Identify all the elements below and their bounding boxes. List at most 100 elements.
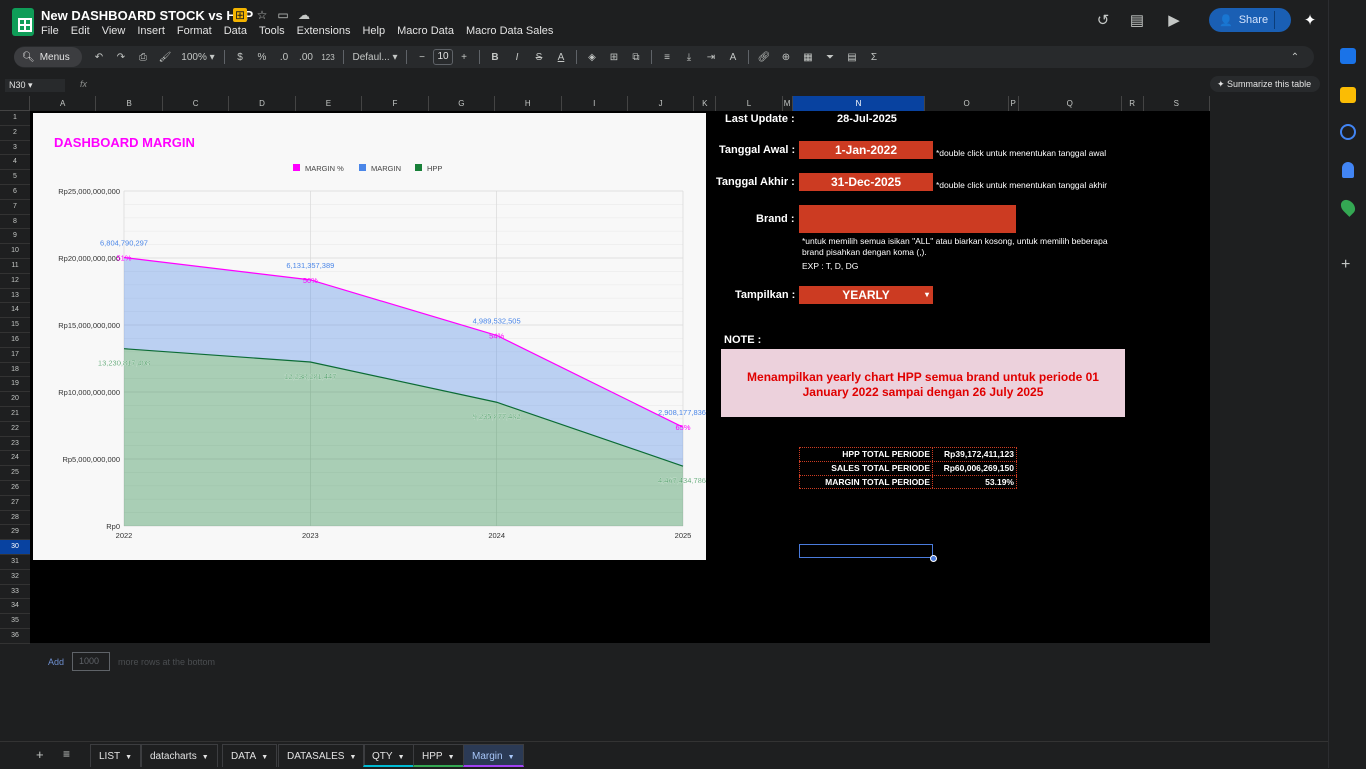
undo-icon[interactable]: ↶ — [88, 52, 110, 63]
row-header[interactable]: 32 — [0, 570, 30, 585]
selected-cell[interactable] — [799, 544, 933, 558]
column-header-q[interactable]: Q — [1018, 96, 1122, 111]
row-header[interactable]: 2 — [0, 126, 30, 141]
column-header-i[interactable]: I — [561, 96, 628, 111]
merge-cells-icon[interactable]: ⧉ — [625, 52, 647, 63]
row-header[interactable]: 26 — [0, 481, 30, 496]
contacts-icon[interactable] — [1342, 162, 1354, 178]
row-header[interactable]: 12 — [0, 274, 30, 289]
strikethrough-icon[interactable]: S — [528, 52, 550, 63]
borders-icon[interactable]: ⊞ — [603, 52, 625, 63]
tasks-icon[interactable] — [1340, 124, 1356, 140]
row-header[interactable]: 31 — [0, 555, 30, 570]
column-header-o[interactable]: O — [925, 96, 1009, 111]
menus-search-button[interactable]: 🔍︎ Menus — [14, 47, 82, 67]
margin-chart[interactable]: DASHBOARD MARGIN MARGIN % MARGIN HPP Rp0 Rp5,… — [33, 113, 706, 560]
paint-format-icon[interactable]: 🖌︎ — [154, 52, 176, 63]
keep-icon[interactable] — [1340, 87, 1356, 103]
menu-item-insert[interactable]: Insert — [137, 25, 165, 37]
row-header[interactable]: 6 — [0, 185, 30, 200]
column-header-j[interactable]: J — [627, 96, 695, 111]
row-header[interactable]: 33 — [0, 585, 30, 600]
row-header[interactable]: 17 — [0, 348, 30, 363]
column-header-d[interactable]: D — [229, 96, 296, 111]
row-header[interactable]: 24 — [0, 451, 30, 467]
column-header-c[interactable]: C — [162, 96, 230, 111]
row-header[interactable]: 10 — [0, 244, 30, 259]
row-header[interactable]: 16 — [0, 333, 30, 348]
tab-hpp[interactable]: HPP ▼ — [413, 744, 464, 767]
tanggal-akhir-field[interactable]: 31-Dec-2025 — [799, 173, 933, 191]
sheets-logo-icon[interactable] — [12, 8, 34, 36]
column-header-k[interactable]: K — [694, 96, 717, 111]
tab-list[interactable]: LIST ▼ — [90, 744, 142, 767]
meet-icon[interactable]: ▶ — [1164, 11, 1184, 31]
menu-item-edit[interactable]: Edit — [71, 25, 90, 37]
select-all-corner[interactable] — [0, 96, 30, 111]
menu-item-tools[interactable]: Tools — [259, 25, 285, 37]
row-header[interactable]: 36 — [0, 629, 30, 644]
add-addon-icon[interactable]: + — [1341, 256, 1350, 274]
row-header[interactable]: 5 — [0, 170, 30, 185]
gemini-sparkle-icon[interactable]: ✦ — [1300, 11, 1320, 31]
menu-item-view[interactable]: View — [102, 25, 126, 37]
tab-datacharts[interactable]: datacharts ▼ — [141, 744, 218, 767]
font-size-increase-icon[interactable]: + — [453, 52, 475, 63]
fill-handle[interactable] — [930, 555, 937, 562]
summarize-table-button[interactable]: ✦ Summarize this table — [1210, 76, 1320, 92]
column-header-e[interactable]: E — [295, 96, 363, 111]
rss-feed-icon[interactable]: ⊞ — [233, 8, 247, 22]
row-header[interactable]: 30 — [0, 540, 30, 555]
tab-margin[interactable]: Margin ▼ — [463, 744, 524, 767]
print-icon[interactable]: ⎙ — [132, 52, 154, 63]
functions-icon[interactable]: Σ — [863, 52, 885, 63]
row-header[interactable]: 22 — [0, 422, 30, 437]
row-header[interactable]: 15 — [0, 318, 30, 333]
row-header[interactable]: 4 — [0, 155, 30, 171]
row-header[interactable]: 35 — [0, 614, 30, 629]
row-header[interactable]: 20 — [0, 392, 30, 407]
font-select[interactable]: Defaul... ▾ — [348, 52, 402, 63]
row-header[interactable]: 3 — [0, 141, 30, 156]
row-header[interactable]: 11 — [0, 259, 30, 274]
increase-decimal-button[interactable]: .00 — [295, 52, 317, 63]
row-header[interactable]: 18 — [0, 363, 30, 378]
star-icon[interactable]: ☆ — [255, 8, 269, 22]
add-rows-count-input[interactable]: 1000 — [72, 652, 111, 671]
collapse-toolbar-icon[interactable]: ⌃ — [1284, 52, 1306, 63]
cloud-status-icon[interactable]: ☁ — [297, 8, 311, 22]
tanggal-awal-field[interactable]: 1-Jan-2022 — [799, 141, 933, 159]
redo-icon[interactable]: ↷ — [110, 52, 132, 63]
vertical-align-icon[interactable]: ⤓ — [678, 52, 700, 63]
decrease-decimal-button[interactable]: .0 — [273, 52, 295, 63]
filter-views-icon[interactable]: ▤ — [841, 52, 863, 63]
brand-field[interactable] — [799, 205, 1016, 233]
version-history-icon[interactable]: ↺ — [1093, 11, 1113, 31]
column-header-s[interactable]: S — [1143, 96, 1211, 111]
insert-chart-icon[interactable]: ▦ — [797, 52, 819, 63]
menu-item-file[interactable]: File — [41, 25, 59, 37]
row-header[interactable]: 7 — [0, 200, 30, 215]
row-header[interactable]: 9 — [0, 229, 30, 245]
menu-item-extensions[interactable]: Extensions — [297, 25, 351, 37]
font-size-decrease-icon[interactable]: − — [411, 52, 433, 63]
percent-format-button[interactable]: % — [251, 52, 273, 63]
horizontal-align-icon[interactable]: ≡ — [656, 52, 678, 63]
text-wrap-icon[interactable]: ⇥ — [700, 52, 722, 63]
currency-format-button[interactable]: $ — [229, 52, 251, 63]
share-button[interactable]: 👤 Share — [1209, 8, 1291, 32]
all-sheets-icon[interactable]: ≡ — [63, 747, 70, 761]
column-header-b[interactable]: B — [96, 96, 163, 111]
font-size-input[interactable]: 10 — [433, 49, 453, 65]
column-header-r[interactable]: R — [1121, 96, 1144, 111]
menu-item-macro-data[interactable]: Macro Data — [397, 25, 454, 37]
row-header[interactable]: 23 — [0, 437, 30, 452]
column-header-g[interactable]: G — [428, 96, 496, 111]
column-header-p[interactable]: P — [1008, 96, 1019, 111]
row-header[interactable]: 13 — [0, 289, 30, 304]
maps-icon[interactable] — [1338, 197, 1358, 217]
bold-icon[interactable]: B — [484, 52, 506, 63]
column-header-l[interactable]: L — [716, 96, 783, 111]
column-header-h[interactable]: H — [495, 96, 562, 111]
row-header[interactable]: 8 — [0, 215, 30, 230]
